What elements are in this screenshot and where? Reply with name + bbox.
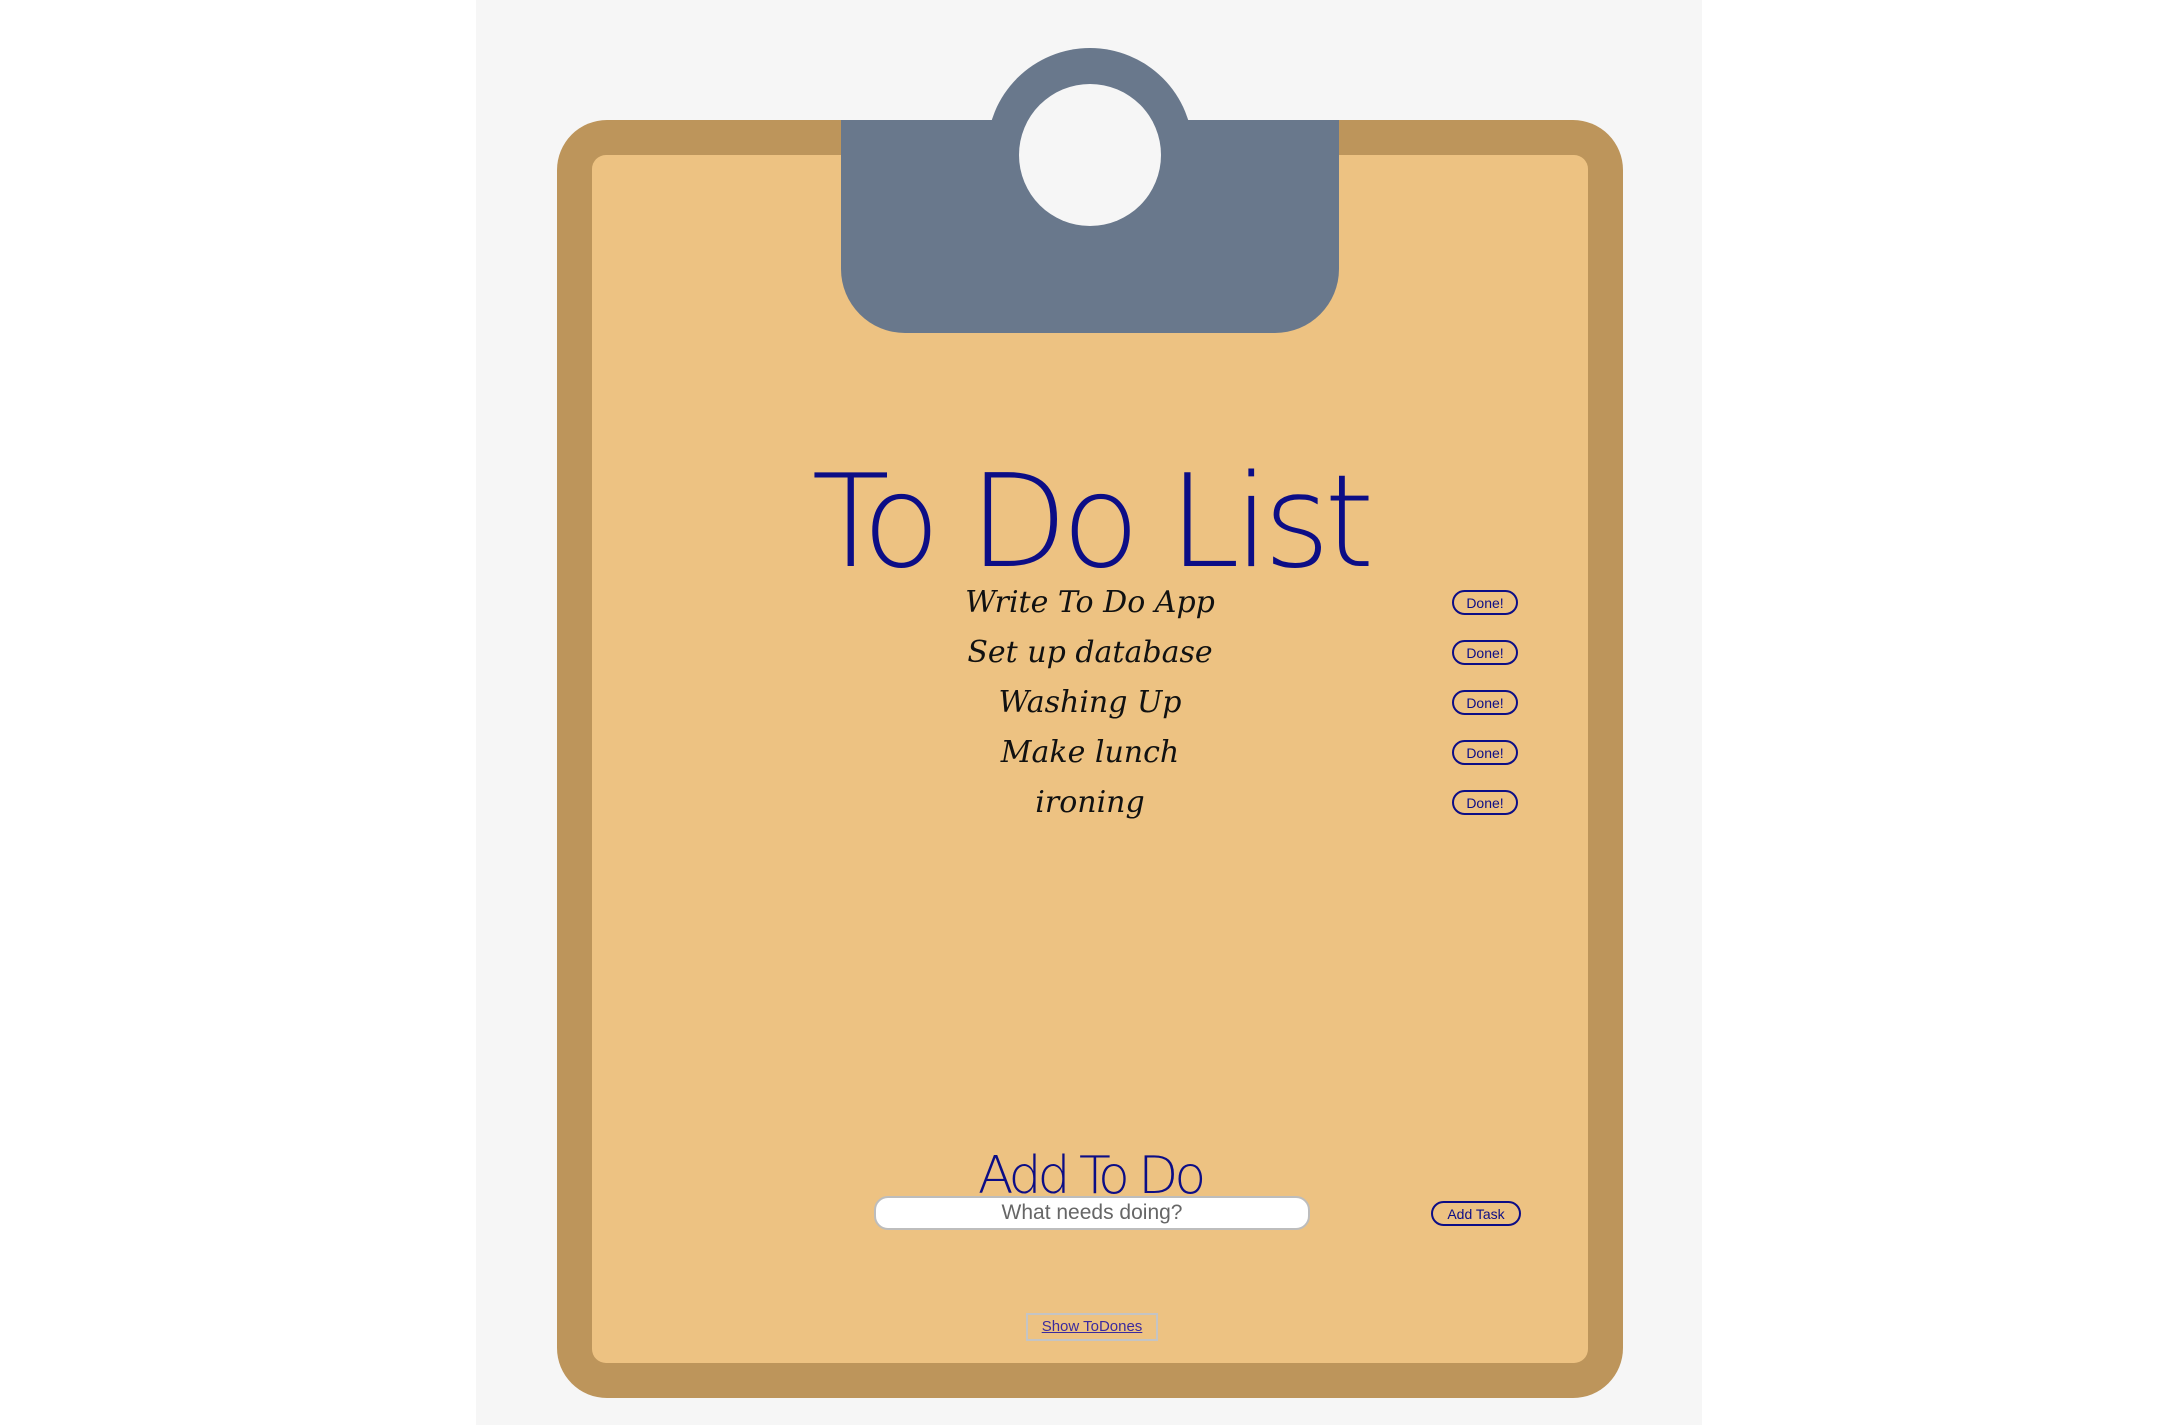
todo-item-text: Set up database [967,635,1213,670]
todo-item-text: Make lunch [1000,735,1180,770]
todo-item-text: Write To Do App [965,585,1215,620]
todo-item: Washing Up Done! [592,678,1588,728]
todo-item: Write To Do App Done! [592,578,1588,628]
clipboard-clip-hole [1019,84,1161,226]
new-task-input[interactable] [874,1196,1310,1230]
todo-list: Write To Do App Done! Set up database Do… [592,578,1588,828]
done-button[interactable]: Done! [1452,590,1518,615]
add-task-button[interactable]: Add Task [1431,1201,1521,1226]
done-button[interactable]: Done! [1452,690,1518,715]
page-title: To Do List [811,447,1375,597]
todo-item: Set up database Done! [592,628,1588,678]
todo-item: ironing Done! [592,778,1588,828]
done-button[interactable]: Done! [1452,640,1518,665]
todo-item-text: ironing [1035,785,1145,820]
show-todones-button[interactable]: Show ToDones [1026,1313,1158,1341]
todo-item-text: Washing Up [998,685,1182,720]
todo-item: Make lunch Done! [592,728,1588,778]
done-button[interactable]: Done! [1452,740,1518,765]
done-button[interactable]: Done! [1452,790,1518,815]
